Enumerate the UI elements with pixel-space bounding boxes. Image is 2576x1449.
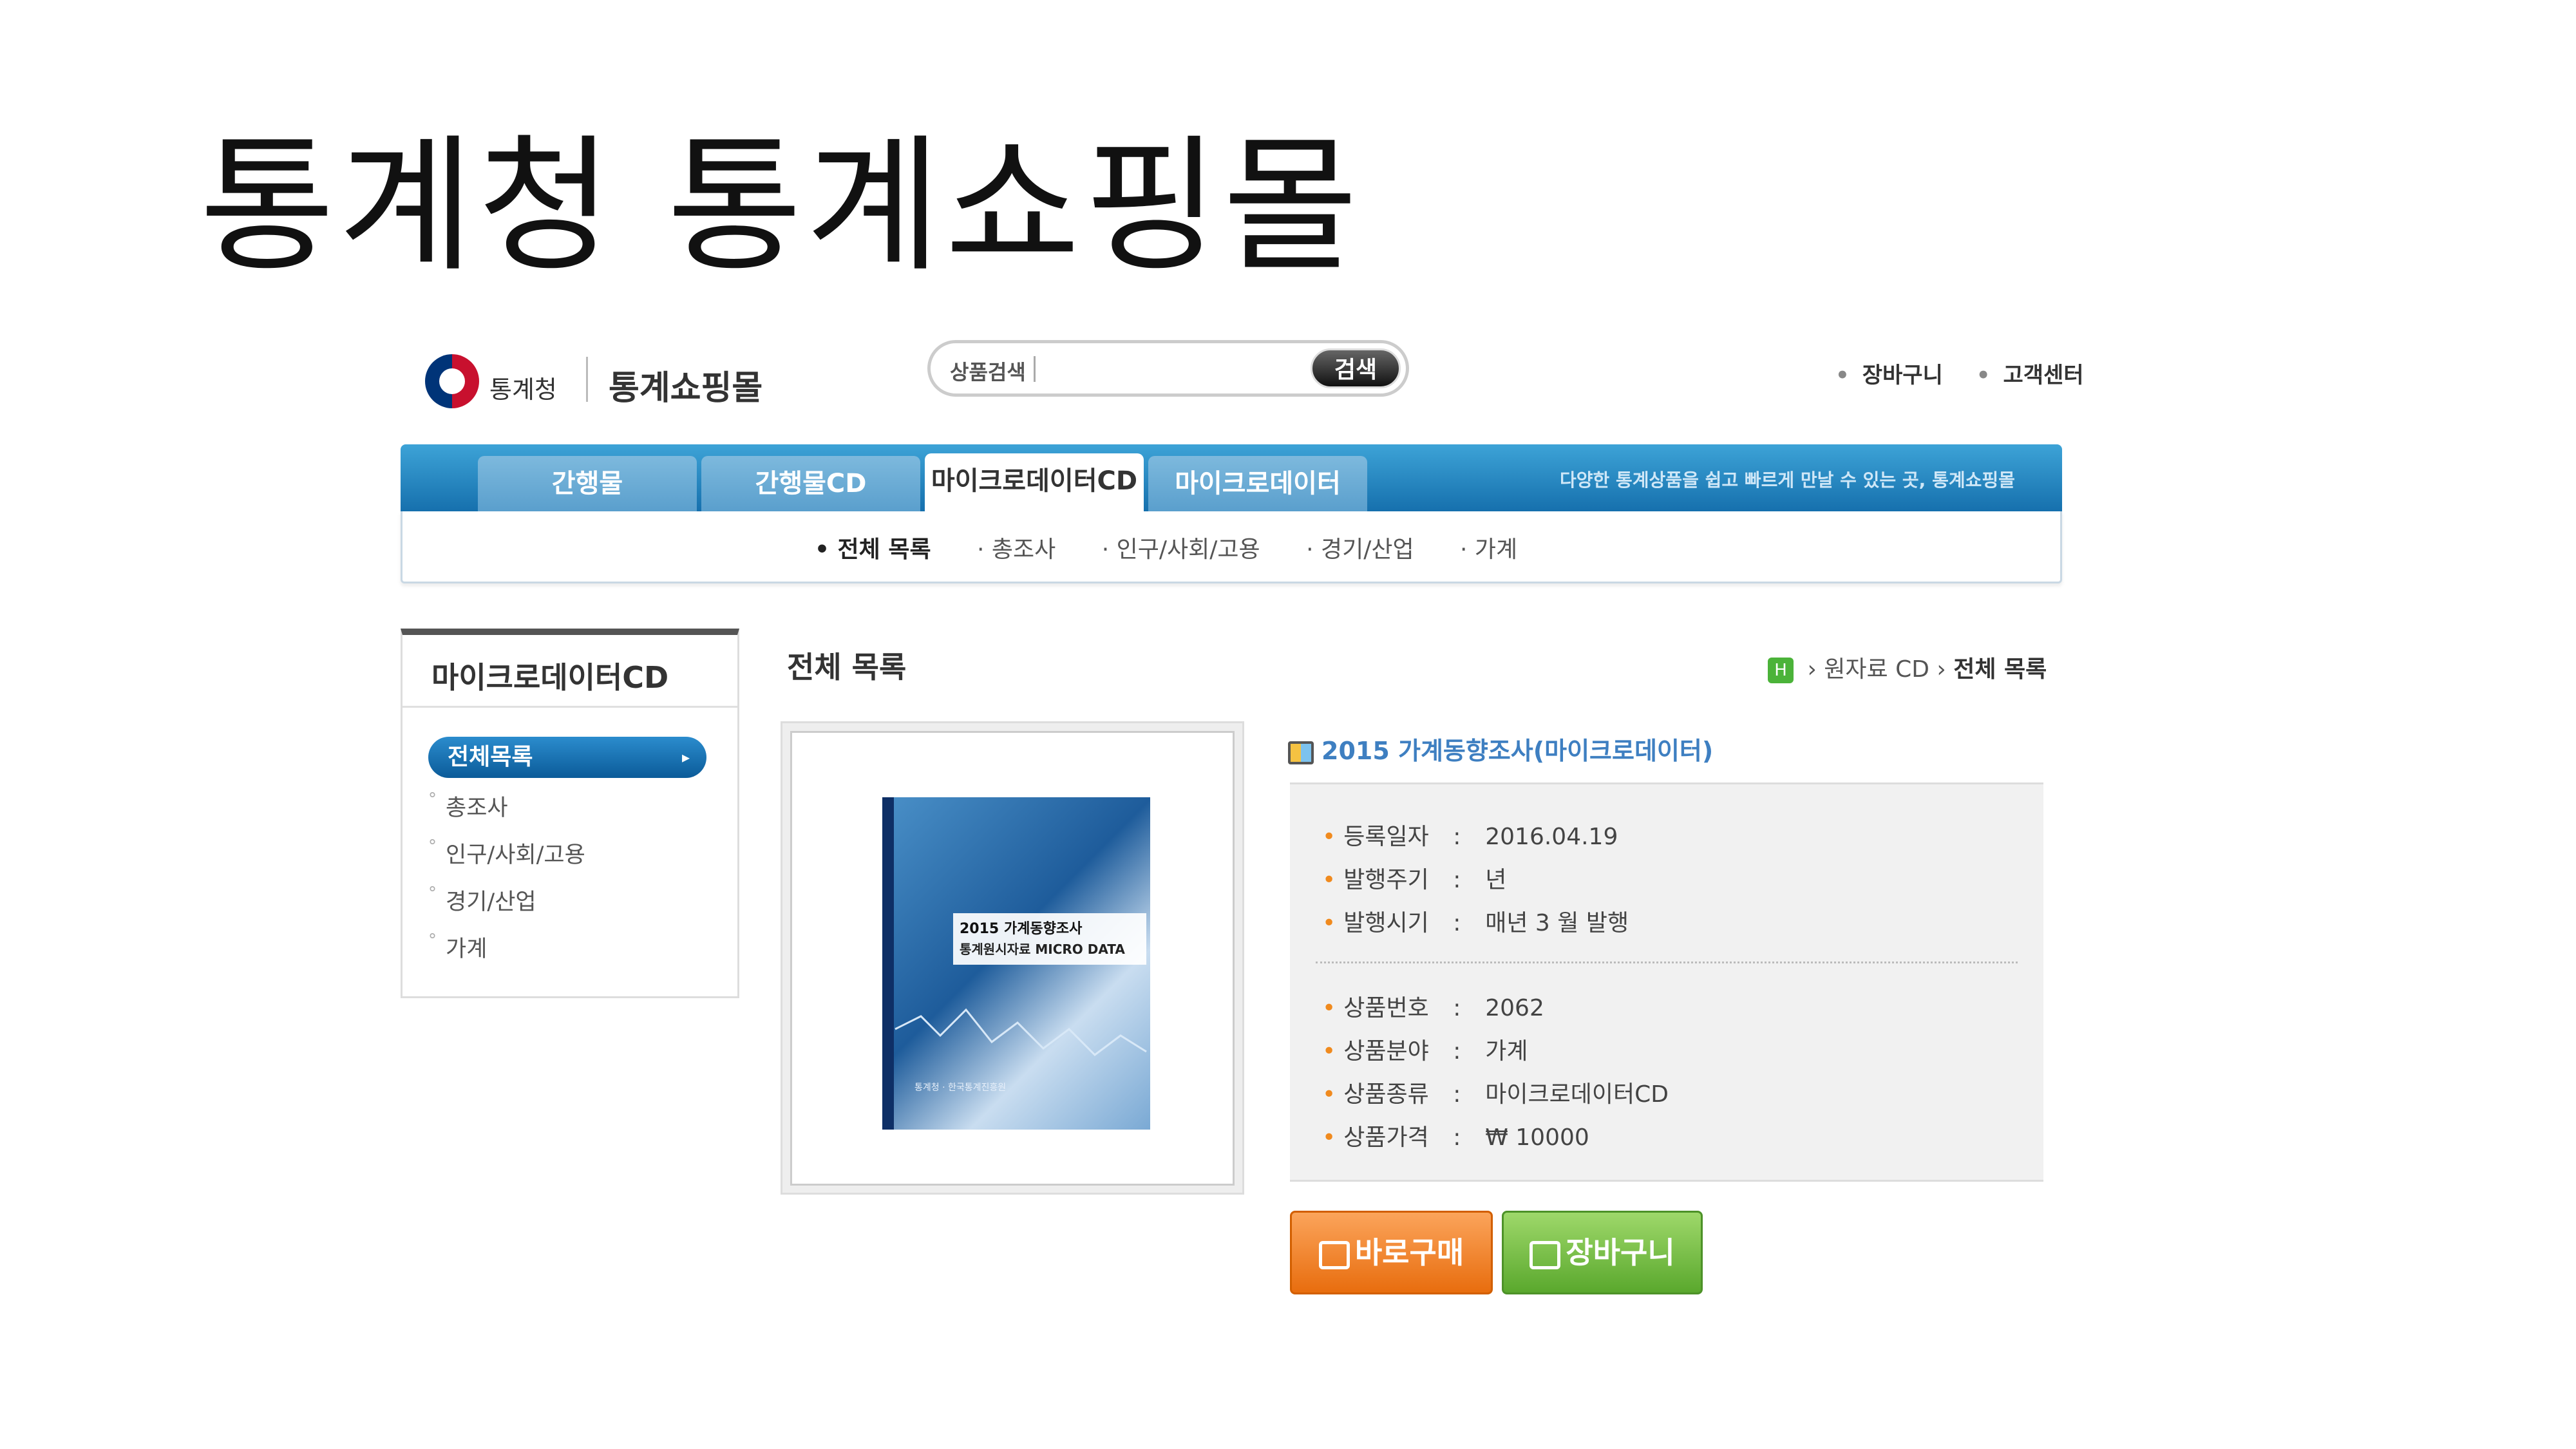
bullet-icon: ° bbox=[428, 931, 437, 950]
product-image-frame: 2015 가계동향조사 통계원시자료 MICRO DATA 통계청 · 한국통계… bbox=[781, 721, 1244, 1195]
cover-title: 2015 가계동향조사 bbox=[960, 921, 1083, 937]
breadcrumb-item[interactable]: 원자료 CD bbox=[1824, 656, 1929, 683]
tab-microdata-cd[interactable]: 마이크로데이터CD bbox=[925, 453, 1144, 511]
sidebar-item-population[interactable]: ° 인구/사회/고용 bbox=[428, 837, 585, 869]
subnav-item-census[interactable]: · 총조사 bbox=[977, 536, 1075, 563]
search-divider bbox=[1034, 356, 1036, 382]
bullet-icon: ° bbox=[428, 884, 437, 903]
subnav-item-household[interactable]: · 가계 bbox=[1460, 536, 1537, 563]
detail-row: • 등록일자:2016.04.19 bbox=[1322, 824, 1618, 850]
detail-row: • 상품가격: ₩ 10000 bbox=[1322, 1124, 1589, 1151]
bullet-icon: ° bbox=[428, 790, 437, 809]
subnav-item-economy[interactable]: · 경기/산업 bbox=[1306, 536, 1434, 563]
sidebar-item-economy[interactable]: ° 경기/산업 bbox=[428, 884, 536, 916]
sidebar-item-household[interactable]: ° 가계 bbox=[428, 931, 487, 963]
detail-row: • 상품종류: 마이크로데이터CD bbox=[1322, 1081, 1669, 1108]
detail-row: • 발행주기: 년 bbox=[1322, 867, 1507, 893]
basket-icon bbox=[1530, 1240, 1561, 1269]
detail-row: • 상품번호:2062 bbox=[1322, 995, 1544, 1021]
bullet-icon: • bbox=[1976, 363, 1991, 388]
tab-publications-cd[interactable]: 간행물CD bbox=[701, 456, 920, 511]
sidebar-title: 마이크로데이터CD bbox=[431, 660, 669, 695]
home-icon[interactable]: H bbox=[1768, 658, 1794, 683]
subnav-item-all[interactable]: • 전체 목록 bbox=[815, 536, 951, 563]
search-bar: 상품검색 검색 bbox=[927, 340, 1409, 397]
sidebar: 마이크로데이터CD 전체목록 ▸ ° 총조사 ° 인구/사회/고용 ° 경기/산업 °… bbox=[401, 629, 739, 998]
search-label: 상품검색 bbox=[950, 360, 1026, 384]
sidebar-divider bbox=[402, 706, 737, 708]
cover-subtitle: 통계원시자료 MICRO DATA bbox=[960, 942, 1125, 957]
main-nav: 간행물 간행물CD 마이크로데이터CD 마이크로데이터 다양한 통계상품을 쉽고… bbox=[401, 444, 2062, 511]
util-link-cart[interactable]: • 장바구니 bbox=[1835, 363, 1956, 388]
detail-divider bbox=[1316, 961, 2018, 963]
utility-links: • 장바구니 • 고객센터 bbox=[1835, 357, 2110, 389]
subnav-items: • 전체 목록 · 총조사 · 인구/사회/고용 · 경기/산업 · 가계 bbox=[815, 531, 1556, 564]
subnav-item-population[interactable]: · 인구/사회/고용 bbox=[1102, 536, 1280, 563]
cup-icon bbox=[1318, 1240, 1350, 1269]
cover-line-graphic bbox=[895, 1008, 1147, 1056]
site-logo[interactable]: 통계청 통계쇼핑몰 bbox=[425, 348, 792, 419]
add-to-cart-button[interactable]: 장바구니 bbox=[1502, 1211, 1703, 1294]
bullet-icon: • bbox=[1835, 363, 1850, 388]
book-icon bbox=[1288, 741, 1314, 764]
tab-microdata[interactable]: 마이크로데이터 bbox=[1148, 456, 1367, 511]
sidebar-item-all[interactable]: 전체목록 ▸ bbox=[428, 737, 706, 778]
cover-title-box: 2015 가계동향조사 통계원시자료 MICRO DATA bbox=[953, 913, 1146, 965]
product-details: • 등록일자:2016.04.19 • 발행주기: 년 • 발행시기: 매년 3 월 발행… bbox=[1290, 782, 2043, 1182]
logo-divider bbox=[586, 357, 588, 402]
logo-mall-name: 통계쇼핑몰 bbox=[609, 369, 763, 408]
product-cover-image[interactable]: 2015 가계동향조사 통계원시자료 MICRO DATA 통계청 · 한국통계… bbox=[882, 797, 1150, 1130]
util-link-support[interactable]: • 고객센터 bbox=[1976, 363, 2097, 388]
chevron-right-icon: ▸ bbox=[681, 748, 690, 766]
sidebar-item-census[interactable]: ° 총조사 bbox=[428, 790, 508, 822]
logo-agency-name: 통계청 bbox=[489, 375, 557, 404]
cover-footer: 통계청 · 한국통계진흥원 bbox=[914, 1083, 1007, 1093]
bullet-icon: ° bbox=[428, 837, 437, 856]
product-image-inner: 2015 가계동향조사 통계원시자료 MICRO DATA 통계청 · 한국통계… bbox=[790, 731, 1235, 1186]
nav-slogan: 다양한 통계상품을 쉽고 빠르게 만날 수 있는 곳, 통계쇼핑몰 bbox=[1560, 469, 2015, 491]
buy-now-button[interactable]: 바로구매 bbox=[1290, 1211, 1493, 1294]
product-title[interactable]: 2015 가계동향조사(마이크로데이터) bbox=[1288, 731, 1713, 766]
taegeuk-emblem-icon bbox=[425, 354, 479, 408]
breadcrumb-current: 전체 목록 bbox=[1953, 656, 2047, 683]
detail-row: • 상품분야: 가계 bbox=[1322, 1038, 1528, 1065]
sub-nav: • 전체 목록 · 총조사 · 인구/사회/고용 · 경기/산업 · 가계 bbox=[401, 511, 2062, 583]
page-title: 전체 목록 bbox=[787, 650, 907, 685]
cover-stripe bbox=[882, 797, 894, 1130]
detail-row: • 발행시기: 매년 3 월 발행 bbox=[1322, 910, 1629, 936]
breadcrumb: H › 원자료 CD › 전체 목록 bbox=[1768, 650, 2047, 684]
tab-publications[interactable]: 간행물 bbox=[478, 456, 697, 511]
search-input[interactable] bbox=[1043, 350, 1275, 388]
slide-title: 통계청 통계쇼핑몰 bbox=[200, 120, 1362, 292]
search-button[interactable]: 검색 bbox=[1311, 348, 1401, 388]
